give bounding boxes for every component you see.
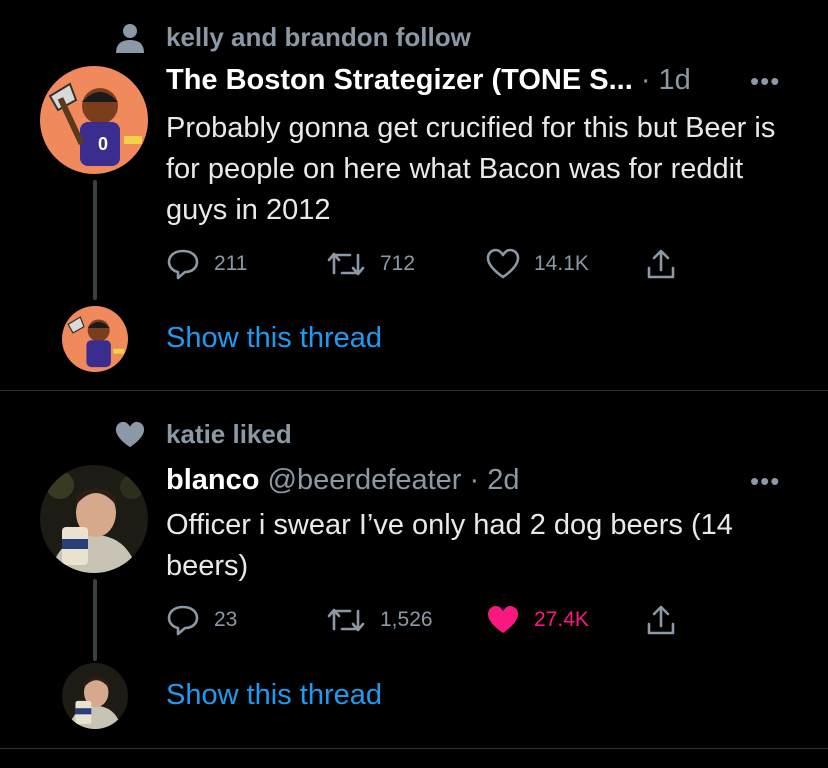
timestamp[interactable]: 2d (487, 464, 519, 496)
social-context: kelly and brandon follow (166, 22, 471, 52)
avatar-small[interactable] (62, 306, 128, 372)
tweet-2[interactable]: katie liked blanco @beerdefeater · 2d ••… (0, 391, 828, 748)
more-options-icon[interactable]: ••• (750, 66, 780, 97)
like-count: 14.1K (534, 252, 589, 275)
separator: · (640, 64, 651, 96)
show-thread-link[interactable]: Show this thread (166, 322, 382, 355)
tweet-text: Officer i swear I’ve only had 2 dog beer… (166, 509, 733, 582)
share-button[interactable] (646, 244, 676, 284)
person-icon (116, 24, 144, 53)
display-name[interactable]: The Boston Strategizer (TONE S... (166, 64, 633, 96)
reply-count: 211 (214, 252, 248, 275)
retweet-button[interactable]: 1,526 (326, 600, 433, 640)
heart-icon (486, 248, 520, 279)
heart-filled-icon (488, 606, 518, 633)
retweet-icon (327, 252, 365, 276)
like-count: 27.4K (534, 608, 589, 631)
reply-icon (167, 249, 199, 280)
reply-button[interactable]: 23 (166, 600, 237, 640)
tweet-header: blanco @beerdefeater · 2d (166, 464, 520, 497)
tweet-header: The Boston Strategizer (TONE S... · 1d (166, 64, 691, 97)
share-button[interactable] (646, 600, 676, 640)
reply-button[interactable]: 211 (166, 244, 247, 284)
avatar-small[interactable] (62, 663, 128, 729)
share-icon (647, 605, 675, 635)
share-icon (647, 249, 675, 279)
retweet-button[interactable]: 712 (326, 244, 415, 284)
retweet-count: 1,526 (380, 608, 433, 631)
timestamp[interactable]: 1d (659, 64, 691, 96)
more-options-icon[interactable]: ••• (750, 466, 780, 497)
retweet-count: 712 (380, 252, 416, 275)
avatar[interactable]: 0 (40, 66, 148, 174)
thread-line (93, 180, 97, 300)
like-button[interactable]: 14.1K (486, 244, 589, 284)
tweet-text: Probably gonna get crucified for this bu… (166, 112, 776, 226)
show-thread-link[interactable]: Show this thread (166, 679, 382, 712)
social-context: katie liked (166, 419, 292, 449)
tweet-actions: 211 712 14.1K (166, 244, 686, 284)
svg-text:0: 0 (98, 134, 108, 154)
tweet-divider (0, 748, 828, 749)
tweet-actions: 23 1,526 27.4K (166, 600, 686, 640)
retweet-icon (327, 608, 365, 632)
reply-icon (167, 605, 199, 636)
thread-line (93, 579, 97, 661)
like-button[interactable]: 27.4K (486, 600, 589, 640)
display-name[interactable]: blanco (166, 464, 259, 496)
user-handle[interactable]: @beerdefeater (268, 464, 462, 496)
reply-count: 23 (214, 608, 238, 631)
avatar[interactable] (40, 465, 148, 573)
heart-icon (115, 421, 145, 448)
separator: · (469, 464, 480, 496)
tweet-1[interactable]: kelly and brandon follow 0 The Boston St… (0, 0, 828, 390)
